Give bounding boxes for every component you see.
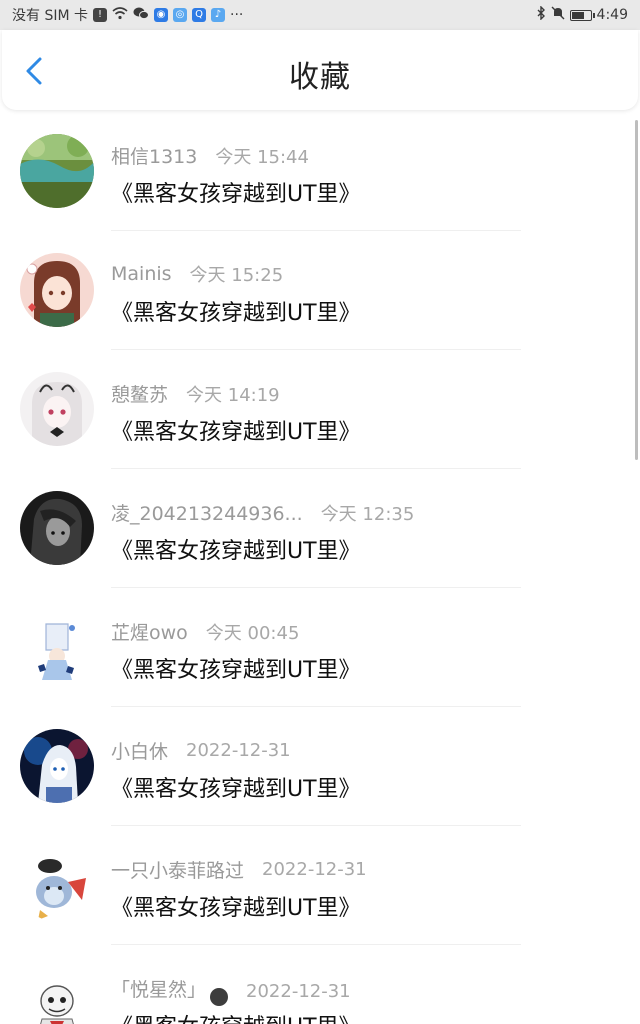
music-app-icon: ♪ — [211, 8, 225, 22]
clock: 4:49 — [596, 7, 628, 23]
mute-icon — [551, 6, 565, 24]
item-meta: 芷煋owo 今天 00:45 — [111, 618, 299, 645]
avatar[interactable] — [20, 134, 94, 208]
list-item[interactable]: 一只小泰菲路过 2022-12-31 《黑客女孩穿越到UT里》 — [0, 826, 640, 945]
work-title[interactable]: 《黑客女孩穿越到UT里》 — [111, 176, 361, 208]
page-title: 收藏 — [289, 60, 351, 95]
timestamp: 今天 14:19 — [186, 384, 280, 406]
work-title[interactable]: 《黑客女孩穿越到UT里》 — [111, 533, 361, 565]
username-wrap[interactable]: 「悦星然」 — [111, 975, 229, 1007]
timestamp: 今天 12:35 — [320, 503, 415, 525]
username[interactable]: 相信1313 — [111, 142, 197, 169]
sim-status-text: 没有 SIM 卡 — [12, 8, 88, 24]
username[interactable]: Mainis — [111, 263, 172, 285]
avatar[interactable] — [20, 372, 94, 446]
bluetooth-icon — [536, 5, 546, 24]
list-item[interactable]: 「悦星然」 2022-12-31 《黑客女孩穿越到UT里》 — [0, 945, 640, 1024]
browser-icon: ◎ — [173, 8, 187, 22]
item-meta: 小白休 2022-12-31 — [111, 737, 291, 764]
list-item[interactable]: Mainis 今天 15:25 《黑客女孩穿越到UT里》 — [0, 231, 640, 350]
battery-icon — [569, 9, 595, 21]
list-item[interactable]: 凌_204213244936... 今天 12:35 《黑客女孩穿越到UT里》 — [0, 469, 640, 588]
timestamp: 2022-12-31 — [186, 740, 291, 761]
username[interactable]: 凌_204213244936... — [111, 499, 303, 526]
item-meta: 「悦星然」 2022-12-31 — [111, 975, 351, 1007]
app-header: 收藏 — [2, 30, 638, 110]
app-icon: ◉ — [154, 8, 168, 22]
sim-warning-icon: ! — [93, 8, 107, 22]
work-title[interactable]: 《黑客女孩穿越到UT里》 — [111, 771, 361, 803]
username[interactable]: 一只小泰菲路过 — [111, 856, 244, 883]
status-bar-left: 没有 SIM 卡 ! ◉ ◎ Q ♪ ··· — [12, 5, 243, 25]
avatar[interactable] — [20, 491, 94, 565]
wifi-icon — [112, 6, 128, 24]
avatar[interactable] — [20, 967, 94, 1024]
search-app-icon: Q — [192, 8, 206, 22]
work-title[interactable]: 《黑客女孩穿越到UT里》 — [111, 295, 361, 327]
list-item[interactable]: 憩鳌苏 今天 14:19 《黑客女孩穿越到UT里》 — [0, 350, 640, 469]
work-title[interactable]: 《黑客女孩穿越到UT里》 — [111, 414, 361, 446]
list-item[interactable]: 小白休 2022-12-31 《黑客女孩穿越到UT里》 — [0, 707, 640, 826]
status-bar-right: 4:49 — [536, 5, 628, 24]
work-title[interactable]: 《黑客女孩穿越到UT里》 — [111, 890, 361, 922]
status-overflow-indicator: ··· — [230, 7, 244, 23]
username[interactable]: 「悦星然」 — [111, 975, 206, 1002]
favorites-list[interactable]: 相信1313 今天 15:44 《黑客女孩穿越到UT里》 Mainis 今天 1… — [0, 112, 640, 1024]
item-meta: 一只小泰菲路过 2022-12-31 — [111, 856, 367, 883]
status-bar: 没有 SIM 卡 ! ◉ ◎ Q ♪ ··· 4:49 — [0, 0, 640, 30]
avatar[interactable] — [20, 610, 94, 684]
username[interactable]: 芷煋owo — [111, 618, 188, 645]
item-meta: 相信1313 今天 15:44 — [111, 142, 309, 169]
timestamp: 2022-12-31 — [262, 859, 367, 880]
item-meta: 凌_204213244936... 今天 12:35 — [111, 499, 414, 526]
username[interactable]: 憩鳌苏 — [111, 380, 168, 407]
avatar[interactable] — [20, 729, 94, 803]
timestamp: 2022-12-31 — [246, 980, 351, 1002]
bomb-emoji-icon — [210, 987, 229, 1006]
work-title[interactable]: 《黑客女孩穿越到UT里》 — [111, 1009, 361, 1024]
list-item[interactable]: 相信1313 今天 15:44 《黑客女孩穿越到UT里》 — [0, 112, 640, 231]
work-title[interactable]: 《黑客女孩穿越到UT里》 — [111, 652, 361, 684]
avatar[interactable] — [20, 253, 94, 327]
item-meta: Mainis 今天 15:25 — [111, 261, 283, 287]
username[interactable]: 小白休 — [111, 737, 168, 764]
timestamp: 今天 15:44 — [215, 146, 309, 168]
avatar[interactable] — [20, 848, 94, 922]
scrollbar[interactable] — [635, 120, 638, 460]
timestamp: 今天 15:25 — [189, 265, 284, 286]
list-item[interactable]: 芷煋owo 今天 00:45 《黑客女孩穿越到UT里》 — [0, 588, 640, 707]
timestamp: 今天 00:45 — [205, 622, 300, 644]
item-meta: 憩鳌苏 今天 14:19 — [111, 380, 280, 407]
wechat-icon — [133, 6, 149, 24]
